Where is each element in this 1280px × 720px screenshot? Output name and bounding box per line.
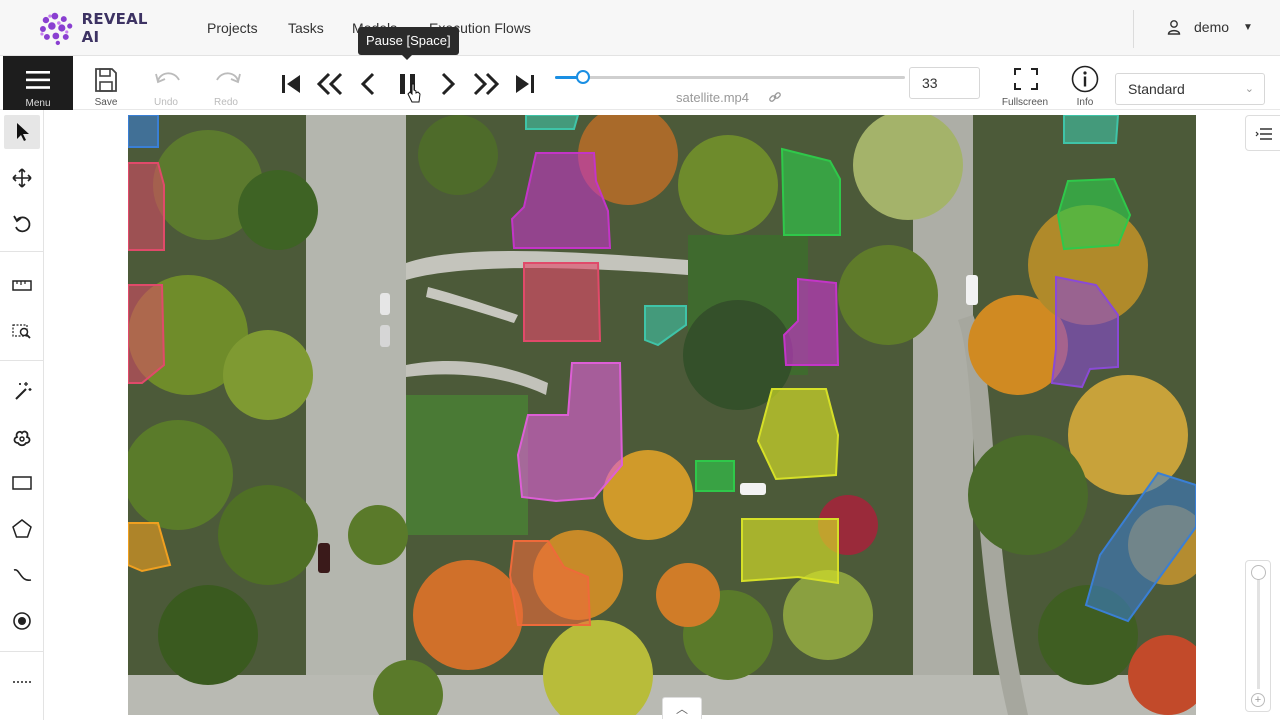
curve-tool[interactable] [4, 558, 40, 592]
zoom-region-tool[interactable] [4, 314, 40, 348]
select-icon [17, 123, 29, 141]
editor-toolbar: Menu Save Undo Redo satellite.mp4 33 Ful… [0, 56, 1280, 110]
menu-label: Menu [25, 98, 51, 109]
more-tools-button[interactable] [4, 665, 40, 699]
rewind-icon[interactable] [315, 69, 345, 99]
select-tool[interactable] [4, 115, 40, 149]
undo-label: Undo [154, 97, 178, 108]
save-label: Save [94, 97, 118, 108]
curve-icon [13, 569, 32, 581]
undo-icon [155, 72, 180, 84]
more-icon [13, 681, 31, 683]
prev-frame-icon[interactable] [354, 69, 384, 99]
fullscreen-label: Fullscreen [1001, 97, 1049, 108]
fullscreen-icon [1014, 68, 1038, 90]
video-filename: satellite.mp4 [676, 90, 749, 105]
user-icon [1167, 20, 1181, 35]
point-tool[interactable] [4, 604, 40, 638]
divider [0, 651, 44, 652]
next-frame-icon[interactable] [432, 69, 462, 99]
nav-projects[interactable]: Projects [207, 20, 258, 36]
blob-tool[interactable] [4, 420, 40, 454]
info-icon [1071, 65, 1099, 93]
annotation-list-toggle[interactable] [1245, 115, 1280, 151]
ruler-icon [12, 280, 32, 291]
info-button[interactable]: Info [1057, 56, 1113, 110]
rotate-tool[interactable] [4, 207, 40, 241]
zoom-thumb[interactable] [1251, 565, 1266, 580]
zoom-slider[interactable]: + [1245, 560, 1271, 712]
move-tool[interactable] [4, 161, 40, 195]
chevron-down-icon: ⌄ [1244, 83, 1254, 95]
save-button[interactable]: Save [78, 56, 134, 110]
chevron-up-icon: ︿ [675, 702, 688, 716]
fast-forward-icon[interactable] [471, 69, 501, 99]
last-frame-icon[interactable] [510, 69, 540, 99]
rectangle-tool[interactable] [4, 466, 40, 500]
zoom-in-icon[interactable]: + [1251, 693, 1265, 707]
ruler-tool[interactable] [4, 268, 40, 302]
polygon-tool[interactable] [4, 512, 40, 546]
move-icon [12, 168, 32, 188]
divider [0, 360, 44, 361]
menu-button[interactable]: Menu [3, 56, 73, 110]
annotation-canvas[interactable] [44, 110, 1280, 720]
divider [0, 251, 44, 252]
nav-tasks[interactable]: Tasks [288, 20, 324, 36]
magic-wand-icon [15, 382, 32, 400]
hamburger-icon [26, 71, 50, 89]
frame-number-input[interactable]: 33 [909, 67, 980, 99]
point-icon [13, 612, 31, 630]
fullscreen-button[interactable]: Fullscreen [997, 56, 1053, 110]
list-icon [1255, 128, 1272, 140]
video-frame[interactable] [128, 115, 1196, 715]
chevron-down-icon: ▼ [1243, 21, 1253, 33]
brand-name: REVEAL AI [81, 10, 148, 46]
zoom-region-icon [12, 324, 31, 339]
preset-select[interactable]: Standard ⌄ [1115, 73, 1265, 105]
pause-tooltip: Pause [Space] [358, 27, 459, 60]
redo-icon [216, 72, 241, 84]
polygon-icon [12, 519, 32, 538]
timeline-panel-toggle[interactable]: ︿ [662, 697, 702, 719]
magic-wand-tool[interactable] [4, 374, 40, 408]
zoom-track [1257, 571, 1260, 689]
tool-sidebar [0, 110, 44, 720]
timeline-slider[interactable] [555, 70, 905, 84]
timeline-thumb[interactable] [576, 70, 590, 84]
blob-icon [13, 430, 31, 447]
top-nav: REVEAL AI Projects Tasks Models Executio… [0, 0, 1280, 56]
satellite-image [128, 115, 1196, 715]
user-name: demo [1194, 19, 1230, 35]
link-icon[interactable] [768, 90, 782, 104]
nav-divider [1133, 10, 1134, 48]
rotate-icon [13, 215, 31, 233]
undo-button[interactable]: Undo [138, 56, 194, 110]
redo-label: Redo [214, 97, 238, 108]
first-frame-icon[interactable] [276, 69, 306, 99]
rectangle-icon [12, 476, 32, 490]
mouse-cursor-icon [407, 83, 421, 103]
user-menu[interactable]: demo ▼ [1166, 19, 1253, 35]
redo-button[interactable]: Redo [198, 56, 254, 110]
preset-value: Standard [1128, 81, 1185, 97]
brand-logo[interactable]: REVEAL AI [36, 10, 170, 46]
logo-icon [39, 12, 73, 46]
save-icon [95, 68, 117, 92]
info-label: Info [1076, 97, 1094, 108]
